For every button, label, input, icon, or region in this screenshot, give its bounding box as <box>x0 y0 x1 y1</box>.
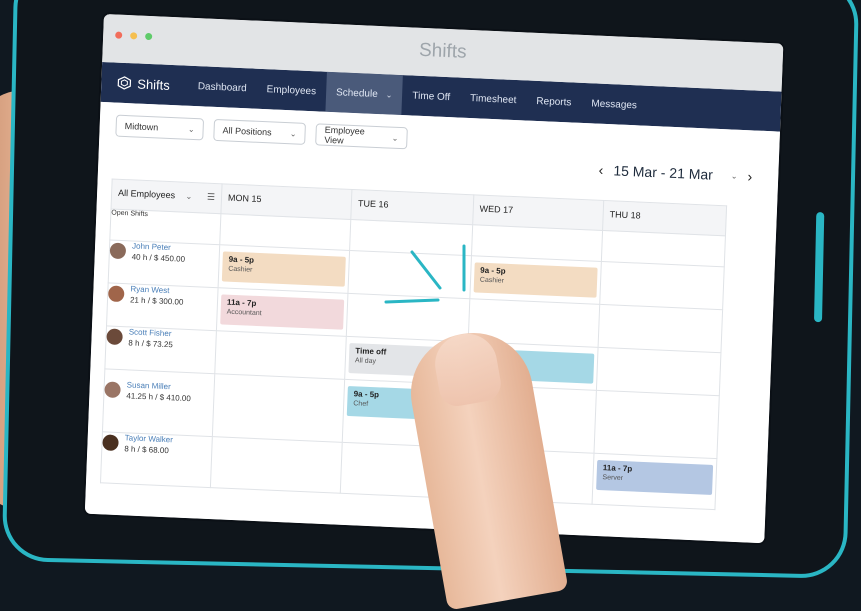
employee-cell[interactable]: Ryan West 21 h / $ 300.00 <box>106 282 219 331</box>
chevron-down-icon: ⌄ <box>391 133 399 143</box>
next-week-button[interactable]: › <box>747 168 752 184</box>
tablet-side-accent <box>813 212 825 323</box>
tap-burst-icon <box>384 244 466 304</box>
employee-hours: 8 h / $ 68.00 <box>124 444 169 456</box>
employee-filter-label: All Employees <box>117 187 176 201</box>
chevron-down-icon: ⌄ <box>385 89 393 100</box>
nav-dashboard[interactable]: Dashboard <box>187 66 257 109</box>
brand[interactable]: Shifts <box>101 74 188 93</box>
employee-cell[interactable]: Scott Fisher 8 h / $ 73.25 <box>104 325 217 374</box>
avatar <box>104 381 121 399</box>
brand-label: Shifts <box>137 76 171 93</box>
schedule-cell[interactable]: 11a - 7p Server <box>591 453 717 510</box>
shifts-logo-icon <box>117 76 132 90</box>
chevron-down-icon: ⌄ <box>289 128 297 139</box>
shift-block[interactable]: 9a - 5p Cashier <box>473 262 598 298</box>
avatar <box>106 328 123 346</box>
schedule-cell[interactable]: 11a - 7p Accountant <box>216 287 349 337</box>
nav-reports[interactable]: Reports <box>526 81 582 123</box>
shift-block[interactable]: 11a - 7p Accountant <box>220 294 345 330</box>
chevron-down-icon: ⌄ <box>185 191 193 202</box>
shift-block[interactable]: 9a - 5p Cashier <box>221 251 346 287</box>
positions-select-value: All Positions <box>222 125 272 138</box>
avatar <box>107 285 125 303</box>
schedule-cell[interactable] <box>599 261 725 310</box>
filter-bar: Midtown ⌄ All Positions ⌄ Employee View ⌄ <box>115 114 408 150</box>
employee-hours: 8 h / $ 73.25 <box>128 338 174 350</box>
schedule-cell[interactable] <box>596 347 721 396</box>
employee-name[interactable]: Taylor Walker <box>125 433 173 444</box>
employee-cell[interactable]: Susan Miller 41.25 h / $ 410.00 <box>102 368 215 437</box>
employee-name[interactable]: Ryan West <box>130 284 184 295</box>
schedule-cell[interactable]: 9a - 5p Cashier <box>218 244 350 294</box>
sort-icon[interactable]: ☰ <box>207 192 215 203</box>
date-range-picker: ‹ 15 Mar - 21 Mar ⌄ › <box>598 162 752 185</box>
chevron-down-icon[interactable]: ⌄ <box>731 171 738 180</box>
employee-name[interactable]: Susan Miller <box>127 380 192 392</box>
nav-time-off[interactable]: Time Off <box>402 75 461 117</box>
chevron-down-icon: ⌄ <box>187 124 195 134</box>
employee-name[interactable]: Scott Fisher <box>129 327 174 338</box>
avatar <box>102 434 119 452</box>
view-select[interactable]: Employee View ⌄ <box>315 123 408 150</box>
schedule-grid: All Employees ⌄ ☰ MON 15 TUE 16 WED 17 TH… <box>100 178 727 510</box>
schedule-cell[interactable] <box>214 330 347 380</box>
employee-hours: 40 h / $ 450.00 <box>131 252 186 264</box>
employee-cell[interactable]: Taylor Walker 8 h / $ 68.00 <box>100 431 213 488</box>
employee-hours: 21 h / $ 300.00 <box>129 295 184 307</box>
nav-schedule-label: Schedule <box>335 86 378 100</box>
schedule-cell[interactable] <box>597 304 723 353</box>
location-select-value: Midtown <box>124 121 159 133</box>
schedule-cell[interactable] <box>210 436 343 494</box>
employee-hours: 41.25 h / $ 410.00 <box>126 391 191 404</box>
date-range-label[interactable]: 15 Mar - 21 Mar <box>613 162 713 182</box>
open-shifts-label: Open Shifts <box>109 208 221 245</box>
schedule-cell[interactable] <box>593 390 720 459</box>
previous-week-button[interactable]: ‹ <box>598 162 603 178</box>
shift-block[interactable]: 11a - 7p Server <box>595 459 714 495</box>
employee-name[interactable]: John Peter <box>132 241 186 252</box>
positions-select[interactable]: All Positions ⌄ <box>213 118 306 145</box>
nav-employees[interactable]: Employees <box>256 69 327 112</box>
nav-timesheet[interactable]: Timesheet <box>459 78 527 121</box>
avatar <box>109 242 127 260</box>
employee-filter-header[interactable]: All Employees ⌄ ☰ <box>111 179 223 214</box>
schedule-cell[interactable] <box>212 373 345 443</box>
employee-cell[interactable]: John Peter 40 h / $ 450.00 <box>108 239 220 288</box>
view-select-value: Employee View <box>324 124 365 146</box>
nav-schedule[interactable]: Schedule ⌄ <box>325 71 404 116</box>
nav-messages[interactable]: Messages <box>581 83 648 126</box>
location-select[interactable]: Midtown ⌄ <box>115 114 205 141</box>
